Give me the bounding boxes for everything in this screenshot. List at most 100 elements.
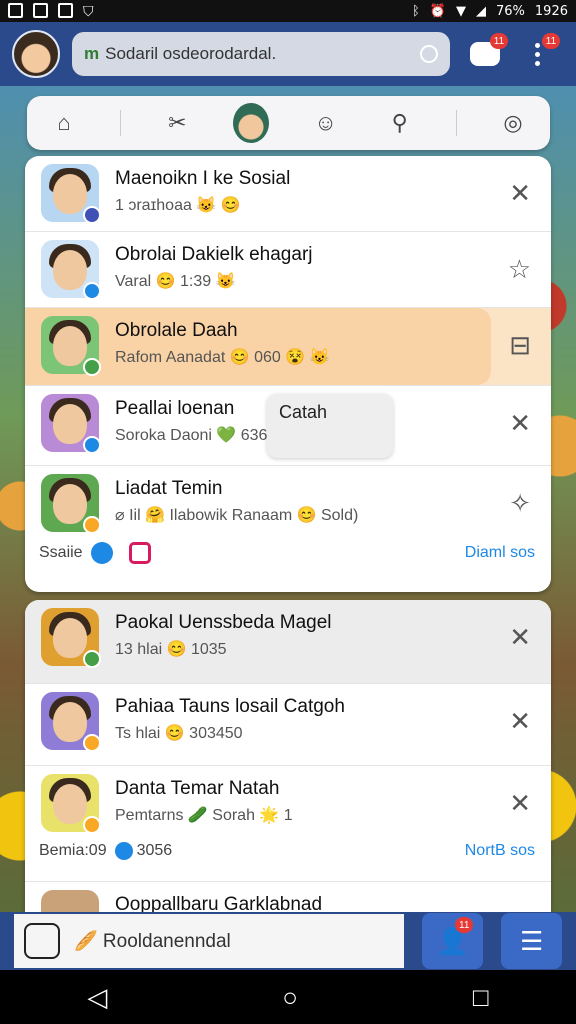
- notification-icon: [33, 2, 48, 18]
- chat-popup[interactable]: Catah: [267, 394, 393, 458]
- chat-row[interactable]: Danta Temar Natah Pemtarns 🥒 Sorah 🌟 1 B…: [25, 766, 551, 882]
- chat-title: Danta Temar Natah: [115, 778, 280, 799]
- chat-badge: 11: [490, 33, 508, 49]
- home-icon: ⌂: [57, 110, 71, 135]
- back-icon[interactable]: ◁: [87, 982, 107, 1013]
- search-icon[interactable]: [420, 45, 438, 63]
- minimize-icon[interactable]: ⊟: [509, 330, 531, 361]
- meta-label: Bemia:09: [39, 842, 107, 859]
- more-vertical-icon: [534, 42, 540, 66]
- star-icon[interactable]: ☆: [508, 254, 531, 285]
- chat-meta: Ssaiie Diaml sos: [39, 542, 535, 564]
- contact-avatar: [41, 774, 101, 834]
- meta-link[interactable]: NortB sos: [465, 842, 535, 860]
- contact-avatar: [41, 316, 101, 376]
- bottom-bar: 🥖 Rooldanenndal 👤 11 ☰: [0, 912, 576, 970]
- bluetooth-icon: ᛒ: [412, 3, 420, 19]
- profile-tab-avatar: [233, 103, 270, 143]
- message-icon: ◎: [503, 110, 523, 135]
- close-icon[interactable]: ✕: [509, 788, 531, 819]
- chat-row[interactable]: Obrolai Dakielk ehagarj Varal 😊 1:39 😺 ☆: [25, 232, 551, 308]
- menu-button[interactable]: 11: [520, 33, 560, 71]
- tools-icon: ✂: [168, 110, 187, 135]
- alarm-icon: ⏰: [429, 3, 446, 19]
- status-bar: ⛉ ᛒ ⏰ ▼ ◢ 76% 1926: [0, 0, 576, 22]
- chat-title: Obrolale Daah: [115, 320, 238, 341]
- profile-button[interactable]: 👤 11: [422, 913, 484, 969]
- chat-title: Ooppallbaru Garklabnad: [115, 894, 323, 912]
- contact-avatar: [41, 394, 101, 454]
- compose-input[interactable]: 🥖 Rooldanenndal: [14, 914, 405, 968]
- battery-text: 76%: [496, 3, 525, 19]
- search-icon: ⚲: [391, 110, 408, 135]
- chat-meta: Bemia:09 3056 NortB sos: [39, 842, 535, 860]
- meta-link[interactable]: Diaml sos: [465, 544, 535, 562]
- contact-avatar: [41, 890, 99, 912]
- notification-icon: [8, 2, 23, 18]
- share-icon[interactable]: [90, 542, 113, 564]
- tab-messages[interactable]: ◎: [495, 105, 531, 141]
- shield-icon: ⛉: [83, 2, 94, 19]
- meta-label: Ssaiie: [39, 544, 83, 561]
- chat-title: Liadat Temin: [115, 478, 223, 499]
- chat-row[interactable]: Ooppallbaru Garklabnad: [25, 882, 551, 912]
- list-icon: ☰: [519, 925, 544, 956]
- contact-avatar: [41, 240, 101, 300]
- menu-badge: 11: [542, 33, 560, 49]
- tab-tools[interactable]: ✂: [159, 105, 195, 141]
- tab-divider: [455, 110, 457, 136]
- chat-title: Maenoikn I ke Sosial: [115, 168, 291, 189]
- contact-avatar: [41, 474, 101, 534]
- home-icon[interactable]: [24, 923, 60, 959]
- chat-list-card: Paokal Uenssbeda Magel 13 hlai 😊 1035 ✕ …: [25, 600, 551, 912]
- pin-icon[interactable]: ✧: [509, 488, 531, 519]
- app-header: m Sodaril osdeorodardal. 11 11: [0, 22, 576, 86]
- tab-emoji[interactable]: ☺: [308, 105, 344, 141]
- smiley-icon: ☺: [314, 110, 337, 135]
- tab-profile[interactable]: [233, 103, 270, 143]
- chat-title: Obrolai Dakielk ehagarj: [115, 244, 313, 265]
- chat-row[interactable]: Liadat Temin ⌀ Iil 🤗 Ilabowik Ranaam 😊 S…: [25, 466, 551, 592]
- chat-title: Paokal Uenssbeda Magel: [115, 612, 332, 633]
- chat-list-card: Maenoikn I ke Sosial 1 ɔraɪhoaa 😺 😊 ✕ Ob…: [25, 156, 551, 592]
- tab-divider: [120, 110, 122, 136]
- chat-title: Pahiaa Tauns losail Catgoh: [115, 696, 345, 717]
- system-nav-bar: ◁ ○ □: [0, 970, 576, 1024]
- close-icon[interactable]: ✕: [509, 408, 531, 439]
- search-bar[interactable]: m Sodaril osdeorodardal.: [72, 32, 450, 76]
- profile-avatar[interactable]: [12, 30, 60, 78]
- recents-icon[interactable]: □: [473, 982, 489, 1013]
- signal-icon: ◢: [476, 3, 486, 19]
- close-icon[interactable]: ✕: [509, 622, 531, 653]
- chat-button[interactable]: 11: [468, 33, 508, 71]
- chat-row-selected[interactable]: Obrolale Daah Rafom Aanadat 😊 060 😵 😺 ⊟: [25, 308, 551, 386]
- tab-bar: ⌂ ✂ ☺ ⚲ ◎: [27, 96, 550, 150]
- chat-subtitle: Varal 😊 1:39 😺: [115, 273, 236, 290]
- chat-row[interactable]: Peallai loenan Soroka Daoni 💚 6368 😵 😺 C…: [25, 386, 551, 466]
- search-placeholder: Sodaril osdeorodardal.: [105, 44, 277, 63]
- chat-subtitle: Pemtarns 🥒 Sorah 🌟 1: [115, 807, 293, 824]
- compose-text: 🥖 Rooldanenndal: [74, 931, 231, 952]
- tab-search[interactable]: ⚲: [382, 105, 418, 141]
- clock-text: 1926: [534, 3, 568, 19]
- search-logo: m: [84, 44, 100, 63]
- chat-row[interactable]: Pahiaa Tauns losail Catgoh Ts hlai 😊 303…: [25, 684, 551, 766]
- list-button[interactable]: ☰: [501, 913, 562, 969]
- chat-subtitle: Rafom Aanadat 😊 060 😵 😺: [115, 349, 330, 366]
- chat-subtitle: ⌀ Iil 🤗 Ilabowik Ranaam 😊 Sold): [115, 507, 359, 524]
- close-icon[interactable]: ✕: [509, 178, 531, 209]
- camera-icon[interactable]: [128, 542, 151, 564]
- chat-subtitle: 13 hlai 😊 1035: [115, 641, 227, 658]
- notification-icon: [58, 2, 73, 18]
- tab-home[interactable]: ⌂: [46, 105, 82, 141]
- wifi-icon: ▼: [456, 3, 466, 19]
- chat-subtitle: Ts hlai 😊 303450: [115, 725, 243, 742]
- info-icon: [114, 842, 133, 860]
- meta-count: 3056: [136, 842, 173, 859]
- chat-row[interactable]: Maenoikn I ke Sosial 1 ɔraɪhoaa 😺 😊 ✕: [25, 156, 551, 232]
- close-icon[interactable]: ✕: [509, 706, 531, 737]
- profile-badge: 11: [455, 917, 474, 933]
- home-circle-icon[interactable]: ○: [282, 982, 298, 1013]
- chat-row[interactable]: Paokal Uenssbeda Magel 13 hlai 😊 1035 ✕: [25, 600, 551, 684]
- contact-avatar: [41, 692, 101, 752]
